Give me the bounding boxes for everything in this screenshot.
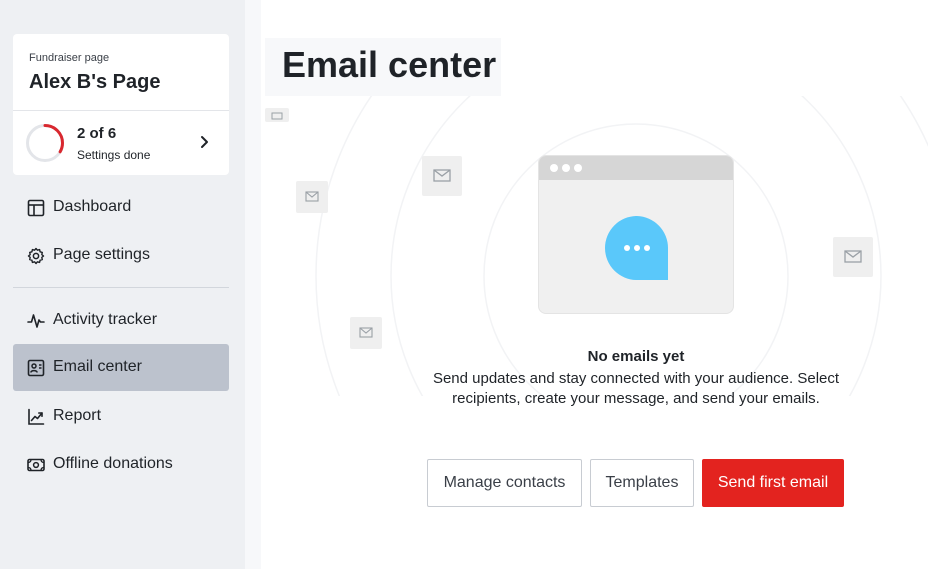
window-dot <box>550 164 558 172</box>
sidebar-item-label: Offline donations <box>53 455 173 472</box>
sidebar-item-label: Page settings <box>53 246 150 263</box>
progress-subtitle: Settings done <box>77 148 151 162</box>
sidebar-item-page-settings[interactable]: Page settings <box>13 232 229 279</box>
chat-bubble-icon <box>605 216 668 280</box>
envelope-icon <box>833 237 873 277</box>
envelope-icon <box>350 317 382 349</box>
templates-button[interactable]: Templates <box>590 459 694 507</box>
browser-window-illustration <box>538 155 734 314</box>
envelope-icon <box>265 108 289 122</box>
empty-state-description: Send updates and stay connected with you… <box>432 370 840 407</box>
progress-ring <box>26 124 64 162</box>
chevron-right-icon <box>201 136 208 148</box>
settings-progress[interactable]: 2 of 6 Settings done <box>13 111 229 175</box>
sidebar: Fundraiser page Alex B's Page 2 of 6 Set… <box>0 0 245 569</box>
sidebar-item-dashboard[interactable]: Dashboard <box>13 184 229 231</box>
sidebar-item-label: Activity tracker <box>53 311 158 328</box>
gear-icon <box>27 247 45 265</box>
page-title: Email center <box>282 44 497 85</box>
sidebar-divider <box>13 287 229 288</box>
window-dot <box>574 164 582 172</box>
browser-title-bar <box>539 156 733 180</box>
sidebar-item-offline-donations[interactable]: Offline donations <box>13 441 229 488</box>
window-dot <box>562 164 570 172</box>
manage-contacts-button[interactable]: Manage contacts <box>427 459 582 507</box>
sidebar-item-label: Report <box>53 407 102 424</box>
dashboard-icon <box>27 199 45 217</box>
contact-card-icon <box>27 359 45 377</box>
cash-icon <box>27 458 45 472</box>
envelope-icon <box>422 156 462 196</box>
sidebar-item-label: Dashboard <box>53 198 132 215</box>
envelope-icon <box>296 181 328 213</box>
activity-icon <box>27 314 45 328</box>
sidebar-item-label: Email center <box>53 358 142 375</box>
chart-icon <box>28 408 45 425</box>
page-card-label: Fundraiser page <box>29 52 110 64</box>
fundraiser-page-card: Fundraiser page Alex B's Page 2 of 6 Set… <box>13 34 229 175</box>
send-first-email-button[interactable]: Send first email <box>702 459 844 507</box>
progress-count: 2 of 6 <box>77 125 117 142</box>
sidebar-item-activity-tracker[interactable]: Activity tracker <box>13 297 229 344</box>
sidebar-item-email-center[interactable]: Email center <box>13 344 229 391</box>
page-title-box: Email center <box>265 38 501 96</box>
sidebar-item-report[interactable]: Report <box>13 393 229 440</box>
page-card-name: Alex B's Page <box>29 71 161 93</box>
empty-state-title: No emails yet <box>587 348 685 365</box>
